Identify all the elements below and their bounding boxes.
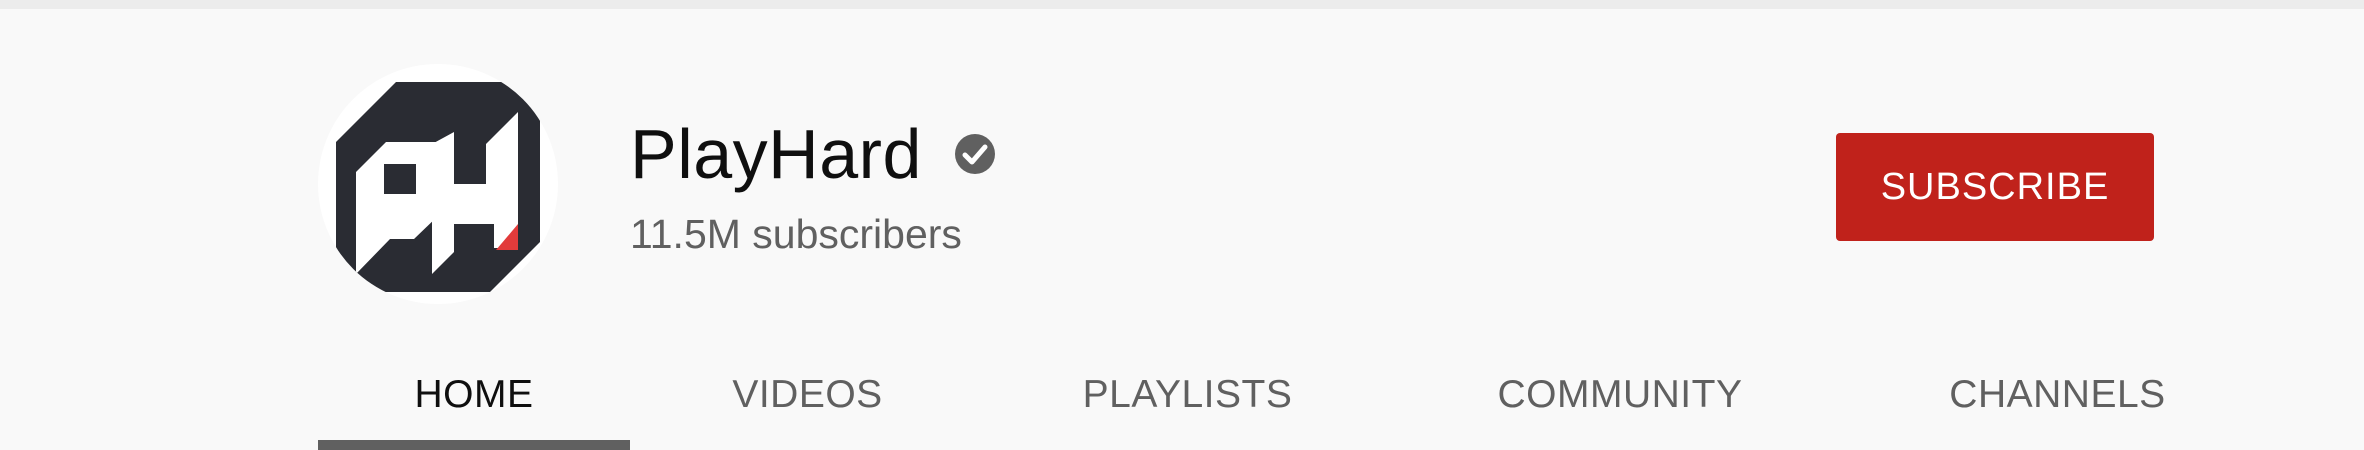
- top-strip: [0, 0, 2364, 9]
- subscriber-count: 11.5M subscribers: [630, 211, 962, 257]
- channel-tabs: HOME VIDEOS PLAYLISTS COMMUNITY CHANNELS: [0, 340, 2364, 450]
- playhard-logo-icon: [336, 82, 540, 292]
- active-tab-indicator: [318, 440, 630, 450]
- tab-playlists[interactable]: PLAYLISTS: [1060, 340, 1315, 450]
- verified-check-icon: [954, 133, 996, 175]
- channel-name-row: PlayHard: [630, 109, 996, 199]
- subscribe-button[interactable]: SUBSCRIBE: [1836, 133, 2154, 241]
- tab-community[interactable]: COMMUNITY: [1470, 340, 1770, 450]
- tab-home[interactable]: HOME: [318, 340, 630, 450]
- channel-avatar[interactable]: [318, 64, 558, 304]
- channel-name[interactable]: PlayHard: [630, 109, 922, 199]
- channel-info: PlayHard 11.5M subscribers: [630, 109, 996, 259]
- tab-channels[interactable]: CHANNELS: [1930, 340, 2185, 450]
- tab-videos[interactable]: VIDEOS: [700, 340, 915, 450]
